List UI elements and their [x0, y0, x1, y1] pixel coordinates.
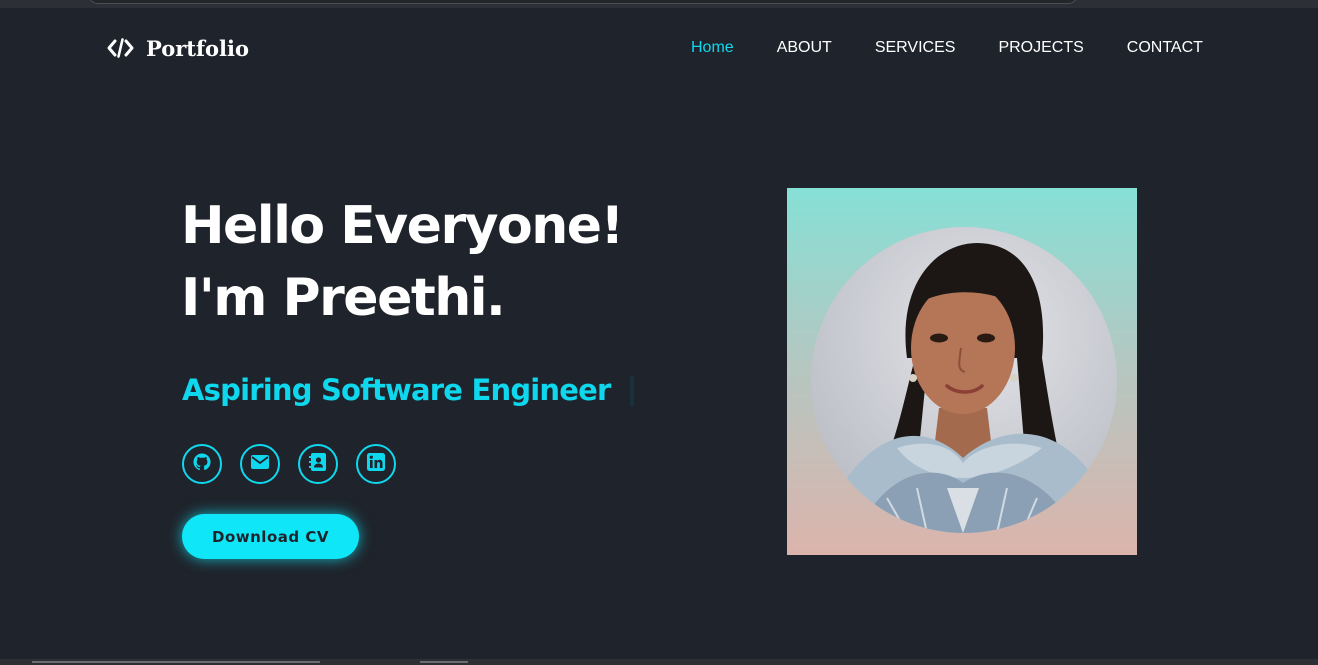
- nav-projects[interactable]: PROJECTS: [998, 38, 1083, 58]
- contact-link[interactable]: [298, 444, 338, 484]
- typing-cursor: [630, 376, 634, 406]
- email-link[interactable]: [240, 444, 280, 484]
- email-icon: [250, 454, 270, 474]
- browser-tab-bar: [88, 0, 1078, 4]
- social-links: [182, 444, 396, 484]
- github-icon: [192, 452, 212, 476]
- scrollbar-segment: [32, 661, 320, 663]
- navbar: Portfolio Home ABOUT SERVICES PROJECTS C…: [0, 8, 1318, 88]
- nav-contact[interactable]: CONTACT: [1127, 38, 1203, 58]
- download-cv-button[interactable]: Download CV: [182, 514, 359, 559]
- browser-bottom-strip: [0, 659, 1318, 665]
- hero-greeting: Hello Everyone!: [181, 196, 624, 256]
- nav-about[interactable]: ABOUT: [777, 38, 832, 58]
- browser-top-strip: [0, 0, 1318, 8]
- scrollbar-segment: [420, 661, 468, 663]
- profile-photo-card: [787, 188, 1137, 555]
- nav-services[interactable]: SERVICES: [875, 38, 956, 58]
- linkedin-icon: [367, 453, 385, 475]
- code-icon: [107, 38, 134, 58]
- nav-home[interactable]: Home: [691, 38, 734, 58]
- hero-name: I'm Preethi.: [181, 268, 506, 328]
- hero-subtitle: Aspiring Software Engineer: [182, 373, 611, 407]
- hero-title: Hello Everyone! I'm Preethi.: [181, 190, 701, 334]
- profile-photo: [811, 227, 1117, 533]
- nav-links: Home ABOUT SERVICES PROJECTS CONTACT: [691, 38, 1203, 58]
- brand[interactable]: Portfolio: [107, 32, 249, 64]
- brand-name: Portfolio: [146, 35, 250, 61]
- github-link[interactable]: [182, 444, 222, 484]
- linkedin-link[interactable]: [356, 444, 396, 484]
- contact-card-icon: [309, 452, 327, 476]
